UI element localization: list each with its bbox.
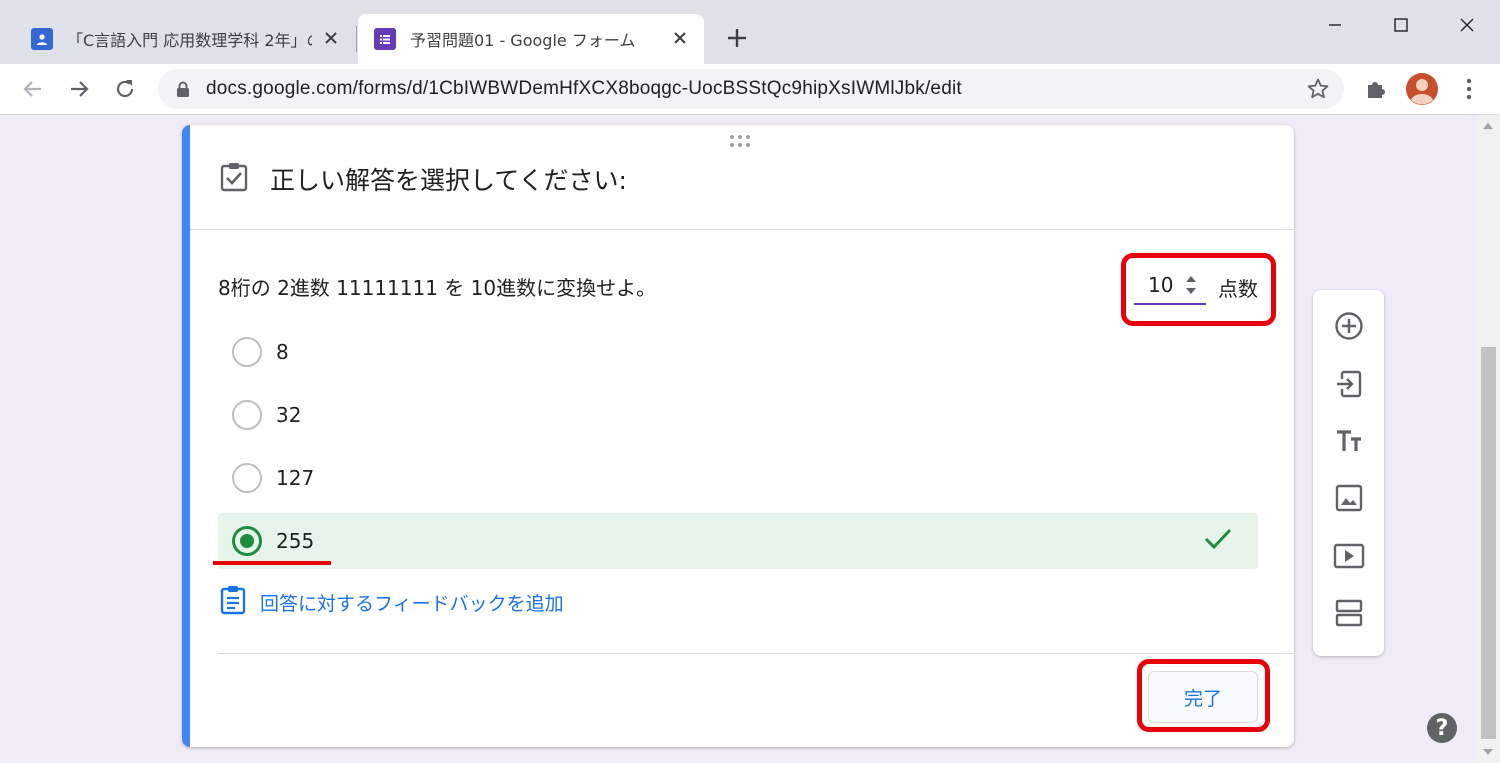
- radio-button-selected[interactable]: [232, 526, 262, 556]
- add-section-icon[interactable]: [1332, 596, 1366, 630]
- option-label: 127: [276, 466, 315, 490]
- option-label: 32: [276, 403, 302, 427]
- profile-avatar-icon[interactable]: [1406, 73, 1438, 105]
- answer-option[interactable]: 32: [218, 387, 1258, 443]
- question-text: 8桁の 2進数 11111111 を 10進数に変換せよ。: [218, 276, 657, 300]
- add-video-icon[interactable]: [1332, 539, 1366, 573]
- maximize-icon[interactable]: [1386, 10, 1416, 40]
- radio-button[interactable]: [232, 400, 262, 430]
- add-image-icon[interactable]: [1332, 481, 1366, 515]
- reload-icon[interactable]: [112, 76, 138, 102]
- radio-button[interactable]: [232, 463, 262, 493]
- lock-icon[interactable]: [176, 81, 190, 102]
- option-label: 255: [276, 529, 315, 553]
- add-feedback-link[interactable]: 回答に対するフィードバックを追加: [220, 585, 564, 619]
- tab-classroom[interactable]: 「C言語入門 応用数理学科 2年」の: [15, 14, 355, 64]
- scroll-thumb[interactable]: [1481, 347, 1496, 739]
- address-bar[interactable]: docs.google.com/forms/d/1CbIWBWDemHfXCX8…: [158, 69, 1344, 109]
- kebab-menu-icon[interactable]: [1456, 76, 1484, 104]
- tab-title: 「C言語入門 応用数理学科 2年」の: [67, 31, 312, 50]
- close-icon[interactable]: [321, 28, 341, 48]
- feedback-clipboard-icon: [220, 585, 246, 619]
- add-title-icon[interactable]: [1332, 424, 1366, 458]
- question-card: 正しい解答を選択してください: 8桁の 2進数 11111111 を 10進数に…: [182, 125, 1294, 747]
- side-toolbar: [1313, 290, 1384, 656]
- divider: [218, 653, 1294, 654]
- import-questions-icon[interactable]: [1332, 367, 1366, 401]
- tab-strip: 「C言語入門 応用数理学科 2年」の 予習問題01 - Google フォーム: [0, 0, 1500, 64]
- minimize-icon[interactable]: [1320, 10, 1350, 40]
- answer-option-correct[interactable]: 255: [218, 513, 1258, 569]
- google-forms-icon: [374, 28, 396, 50]
- page-scrollbar[interactable]: [1477, 115, 1500, 763]
- extensions-puzzle-icon[interactable]: [1363, 76, 1391, 104]
- tab-google-forms[interactable]: 予習問題01 - Google フォーム: [358, 14, 704, 64]
- option-label: 8: [276, 340, 289, 364]
- correct-answer-underline-annotation: [213, 561, 331, 565]
- new-tab-plus-icon[interactable]: [724, 25, 750, 51]
- radio-button[interactable]: [232, 337, 262, 367]
- bookmark-star-icon[interactable]: [1306, 77, 1330, 105]
- points-highlight-annotation: [1121, 253, 1276, 326]
- answer-option[interactable]: 8: [218, 324, 1258, 380]
- form-editor-page: 正しい解答を選択してください: 8桁の 2進数 11111111 を 10進数に…: [0, 115, 1500, 763]
- forward-arrow-icon[interactable]: [66, 76, 92, 102]
- check-mark-icon: [1204, 527, 1232, 555]
- assignment-check-icon: [220, 162, 248, 196]
- drag-handle-icon[interactable]: [728, 133, 752, 152]
- answer-option[interactable]: 127: [218, 450, 1258, 506]
- feedback-link-text: 回答に対するフィードバックを追加: [260, 592, 564, 615]
- close-icon[interactable]: [670, 28, 690, 48]
- tab-title: 予習問題01 - Google フォーム: [410, 31, 636, 50]
- done-highlight-annotation: [1137, 659, 1270, 732]
- url-text[interactable]: docs.google.com/forms/d/1CbIWBWDemHfXCX8…: [206, 78, 962, 100]
- card-accent-bar: [182, 125, 190, 747]
- window-close-icon[interactable]: [1452, 10, 1482, 40]
- divider: [190, 229, 1294, 230]
- browser-toolbar: docs.google.com/forms/d/1CbIWBWDemHfXCX8…: [0, 64, 1500, 115]
- help-icon[interactable]: ?: [1427, 713, 1457, 743]
- add-question-icon[interactable]: [1332, 309, 1366, 343]
- scroll-down-icon[interactable]: [1483, 749, 1493, 755]
- answer-key-header: 正しい解答を選択してください:: [220, 161, 627, 197]
- answer-key-title: 正しい解答を選択してください:: [270, 166, 627, 195]
- tab-separator: [356, 26, 357, 52]
- scroll-up-icon[interactable]: [1483, 123, 1493, 129]
- back-arrow-icon[interactable]: [20, 76, 46, 102]
- google-classroom-icon: [31, 28, 53, 50]
